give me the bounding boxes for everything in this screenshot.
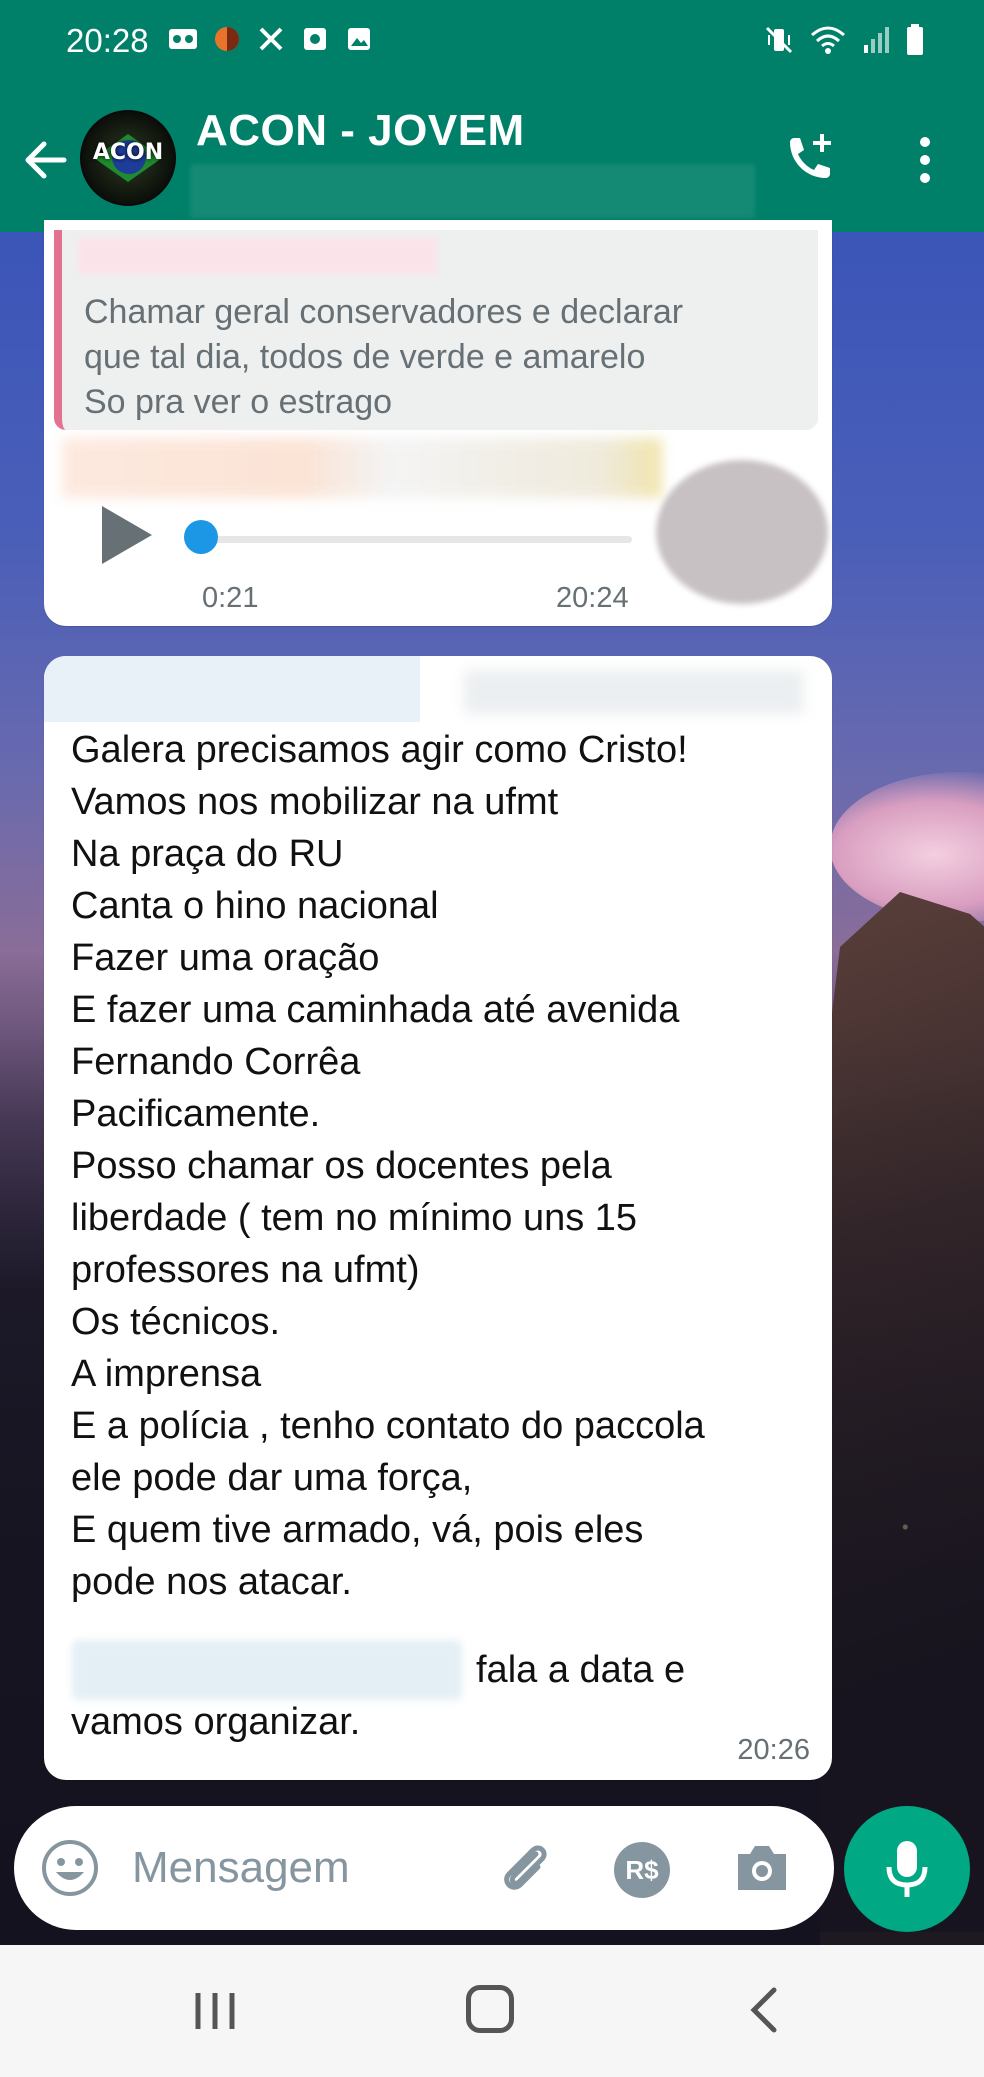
message-tail-line: fala a data e xyxy=(476,1649,686,1691)
system-back-button[interactable] xyxy=(744,1985,784,2035)
arrow-left-icon xyxy=(25,141,67,179)
participants-redacted xyxy=(190,164,755,218)
back-button[interactable] xyxy=(18,132,74,188)
message-body: Galera precisamos agir como Cristo! Vamo… xyxy=(71,729,705,1603)
paperclip-icon xyxy=(504,1845,547,1890)
attach-button[interactable] xyxy=(492,1836,556,1900)
sender-name-redacted xyxy=(44,656,420,722)
chat-title[interactable]: ACON - JOVEM xyxy=(196,106,525,156)
message-composer: R$ xyxy=(14,1806,834,1930)
play-icon xyxy=(102,506,152,564)
audio-message-bubble[interactable]: Chamar geral conservadores e declarar qu… xyxy=(44,220,832,626)
message-tail-line: vamos organizar. xyxy=(71,1701,361,1743)
status-time: 20:28 xyxy=(66,22,149,59)
signal-icon xyxy=(862,25,890,63)
more-options-button[interactable] xyxy=(900,128,950,192)
notification-icons xyxy=(168,24,374,54)
gallery-icon xyxy=(344,24,374,54)
recents-icon xyxy=(195,1993,235,2029)
voice-record-button[interactable] xyxy=(844,1806,970,1932)
system-status-icons xyxy=(764,24,924,64)
chevron-left-icon xyxy=(750,1987,777,2033)
audio-progress-track[interactable] xyxy=(202,536,632,543)
message-input[interactable] xyxy=(132,1836,462,1900)
emoji-icon xyxy=(42,1840,98,1896)
camera-button[interactable] xyxy=(732,1840,792,1896)
wifi-icon xyxy=(810,25,846,63)
chat-header: ACON ACON - JOVEM xyxy=(0,84,984,232)
quoted-message[interactable]: Chamar geral conservadores e declarar qu… xyxy=(54,230,818,430)
screenshot-icon xyxy=(300,24,330,54)
voicemail-icon xyxy=(168,24,198,54)
phone-add-icon xyxy=(790,134,831,178)
tools-icon xyxy=(256,24,286,54)
emoji-button[interactable] xyxy=(40,1838,100,1898)
mention-redacted xyxy=(72,1640,462,1700)
microphone-icon xyxy=(886,1841,928,1897)
avatar-text: ACON xyxy=(92,140,164,165)
quoted-author-redacted xyxy=(78,238,438,274)
audio-duration: 0:21 xyxy=(202,582,259,614)
group-avatar[interactable]: ACON xyxy=(80,110,176,206)
payment-button[interactable]: R$ xyxy=(614,1842,670,1898)
camera-icon xyxy=(738,1846,786,1890)
audio-seek-handle[interactable] xyxy=(184,520,218,554)
play-button[interactable] xyxy=(96,500,156,570)
sender-avatar-redacted xyxy=(656,460,828,604)
quoted-text: Chamar geral conservadores e declarar qu… xyxy=(84,293,684,421)
system-navigation-bar xyxy=(0,1945,984,2077)
audio-sender-redacted xyxy=(62,438,662,498)
mute-vibrate-icon xyxy=(764,25,794,63)
recent-apps-button[interactable] xyxy=(190,1989,240,2033)
home-button[interactable] xyxy=(466,1985,514,2033)
battery-icon xyxy=(906,24,924,64)
add-call-button[interactable] xyxy=(776,128,840,192)
message-timestamp: 20:24 xyxy=(556,582,629,614)
app-notification-icon xyxy=(212,24,242,54)
status-bar: 20:28 xyxy=(0,0,984,84)
sender-number-redacted xyxy=(464,670,804,714)
message-timestamp: 20:26 xyxy=(737,1734,810,1766)
text-message-bubble[interactable]: Galera precisamos agir como Cristo! Vamo… xyxy=(44,656,832,1780)
more-vertical-icon xyxy=(920,137,930,183)
